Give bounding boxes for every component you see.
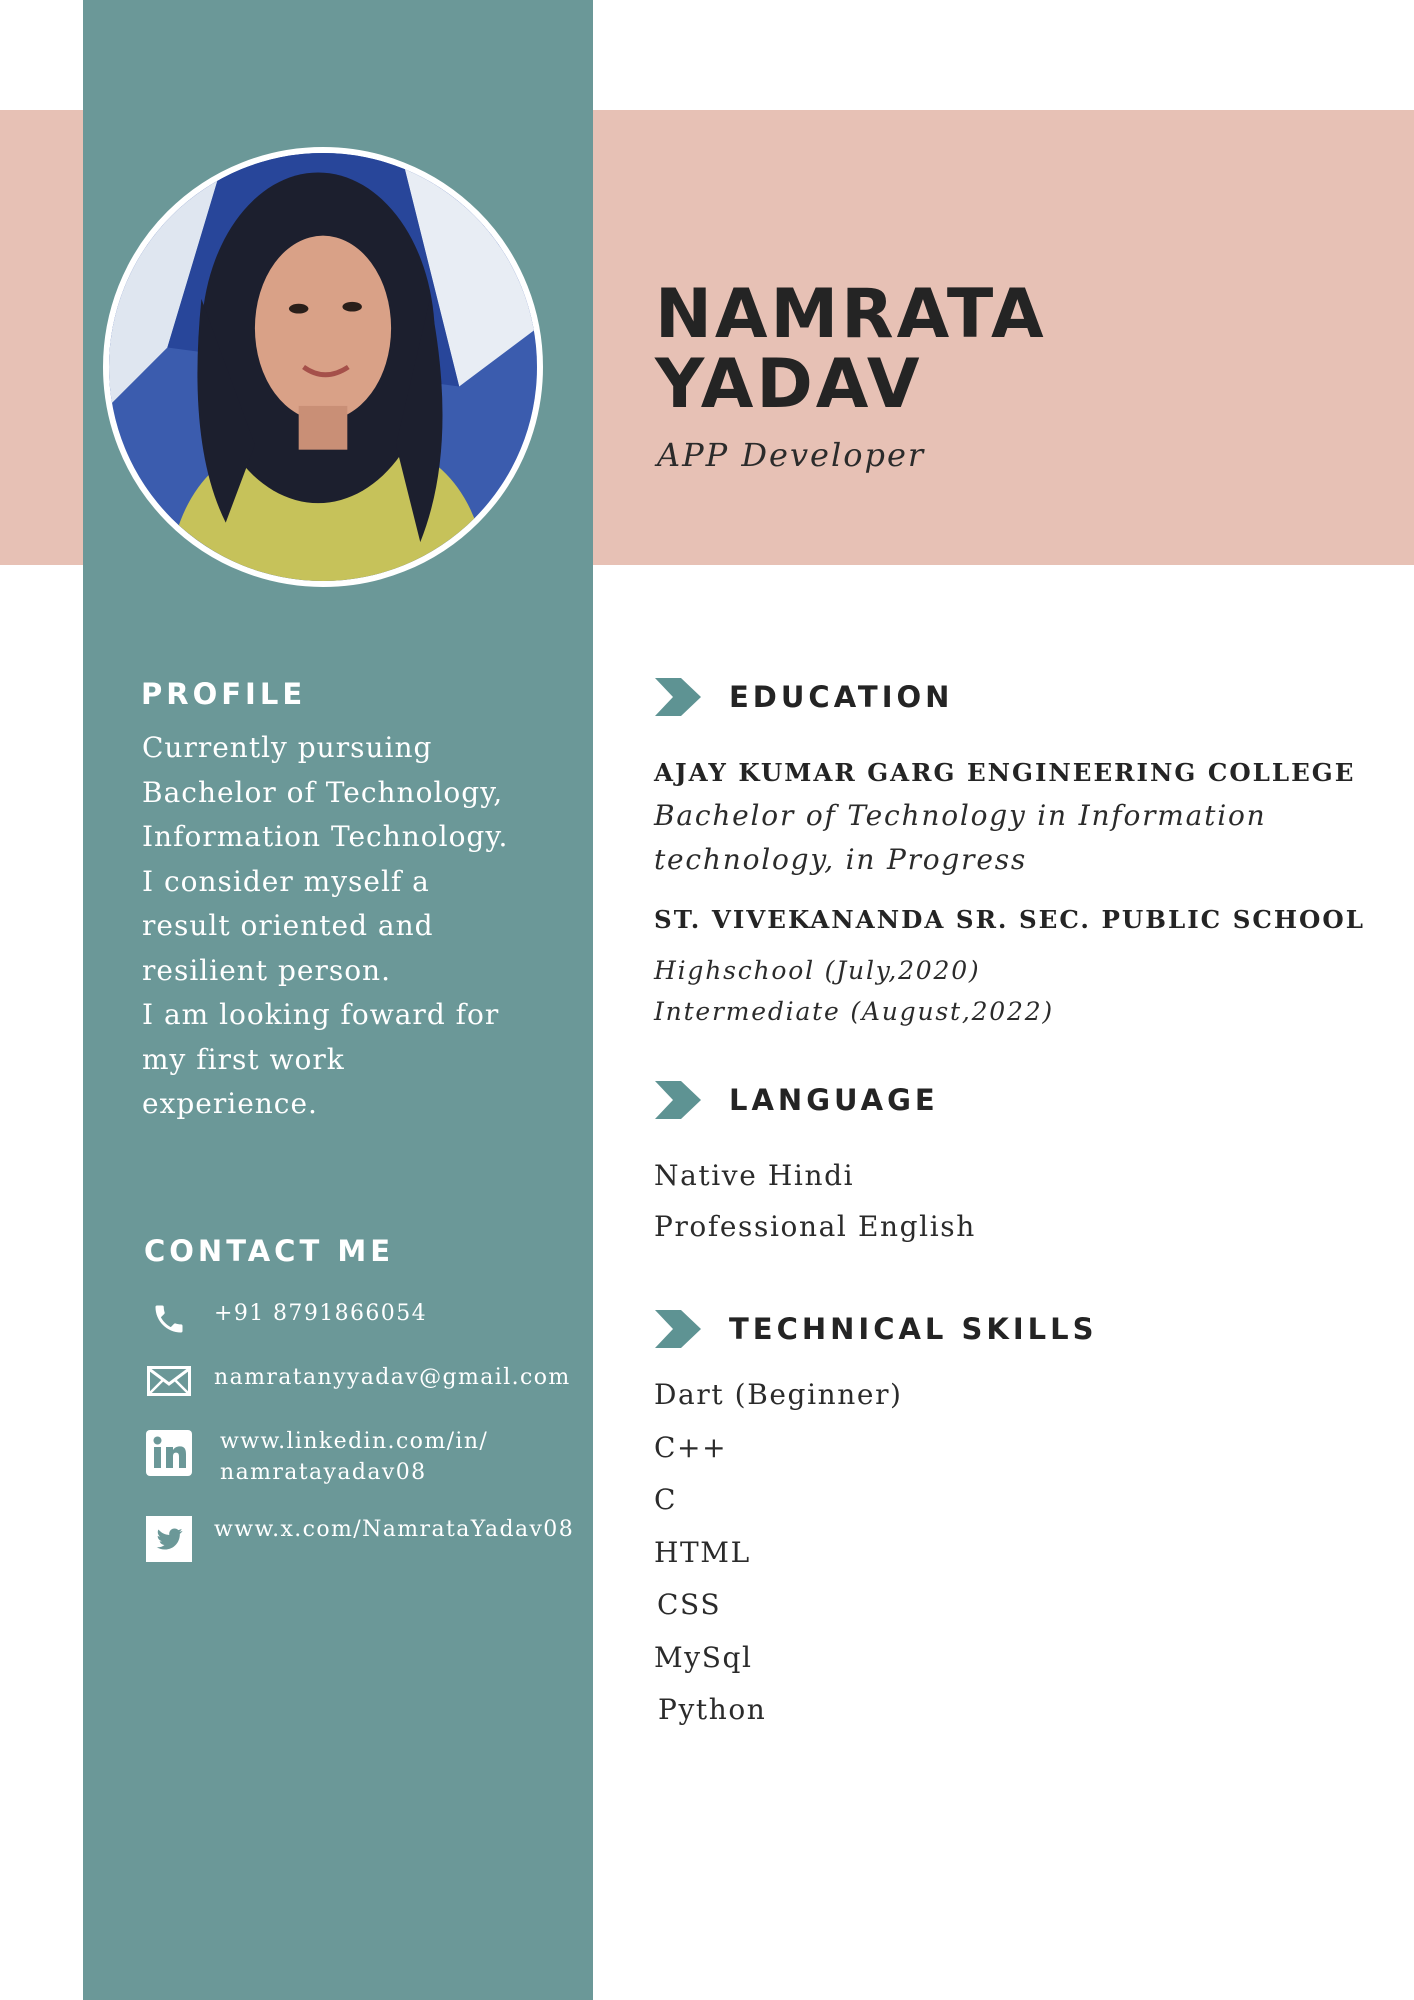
list-item: Native Hindi bbox=[654, 1159, 855, 1192]
contact-twitter-row[interactable]: www.x.com/NamrataYadav08 bbox=[146, 1514, 574, 1562]
contact-heading: CONTACT ME bbox=[144, 1234, 395, 1268]
language-heading: LANGUAGE bbox=[729, 1083, 939, 1117]
twitter-url: www.x.com/NamrataYadav08 bbox=[214, 1517, 575, 1542]
profile-line: my first work bbox=[142, 1042, 345, 1076]
contact-linkedin-row[interactable]: www.linkedin.com/in/ namratayadav08 bbox=[146, 1424, 488, 1488]
chevron-right-icon bbox=[655, 1081, 701, 1119]
list-item: CSS bbox=[657, 1588, 722, 1621]
profile-heading: PROFILE bbox=[141, 677, 307, 711]
list-item: Professional English bbox=[654, 1210, 976, 1243]
school-detail-line: Intermediate (August,2022) bbox=[654, 997, 1054, 1026]
school-detail-line: Bachelor of Technology in Information bbox=[654, 799, 1267, 832]
profile-line: I am looking foward for bbox=[142, 998, 500, 1031]
twitter-icon bbox=[146, 1516, 192, 1562]
job-title: APP Developer bbox=[657, 436, 926, 474]
linkedin-icon bbox=[146, 1430, 192, 1476]
profile-text: Currently pursuing Bachelor of Technolog… bbox=[142, 726, 572, 1127]
education-heading: EDUCATION bbox=[729, 680, 954, 714]
school-details: Highschool (July,2020) Intermediate (Aug… bbox=[654, 950, 1054, 1032]
school-detail-line: technology, in Progress bbox=[654, 843, 1028, 876]
contact-email-row[interactable]: namratanyyadav@gmail.com bbox=[146, 1358, 571, 1404]
list-item: MySql bbox=[654, 1640, 753, 1674]
list-item: Dart (Beginner) bbox=[654, 1378, 903, 1411]
profile-line: I consider myself a bbox=[142, 864, 430, 898]
profile-line: experience. bbox=[142, 1087, 318, 1120]
profile-line: result oriented and bbox=[142, 909, 434, 942]
name-line-2: YADAV bbox=[655, 345, 923, 424]
name-line-1: NAMRATA bbox=[655, 275, 1047, 354]
skills-section-header: TECHNICAL SKILLS bbox=[655, 1310, 1098, 1348]
list-item: HTML bbox=[654, 1535, 751, 1569]
profile-line: Currently pursuing bbox=[142, 731, 433, 764]
list-item: C bbox=[654, 1483, 678, 1516]
linkedin-url: www.linkedin.com/in/ namratayadav08 bbox=[220, 1424, 488, 1488]
profile-line: Bachelor of Technology, bbox=[142, 775, 504, 809]
mail-icon bbox=[146, 1358, 192, 1404]
profile-line: resilient person. bbox=[142, 953, 391, 987]
school-detail-line: Highschool (July,2020) bbox=[654, 956, 981, 985]
school-details: Bachelor of Technology in Information te… bbox=[654, 794, 1266, 882]
education-section-header: EDUCATION bbox=[655, 678, 953, 716]
person-name: NAMRATA YADAV bbox=[655, 280, 1047, 420]
linkedin-url-line-1: www.linkedin.com/in/ bbox=[220, 1429, 489, 1454]
contact-phone-row[interactable]: +91 8791866054 bbox=[146, 1296, 427, 1342]
phone-number: +91 8791866054 bbox=[214, 1301, 427, 1326]
email-address: namratanyyadav@gmail.com bbox=[214, 1365, 571, 1390]
school-name: AJAY KUMAR GARG ENGINEERING COLLEGE bbox=[654, 758, 1356, 787]
skills-list: Dart (Beginner) C++ C HTML CSS MySql Pyt… bbox=[654, 1369, 903, 1737]
list-item: Python bbox=[658, 1693, 767, 1726]
phone-icon bbox=[146, 1296, 192, 1342]
linkedin-url-line-2: namratayadav08 bbox=[220, 1460, 427, 1485]
language-list: Native Hindi Professional English bbox=[654, 1150, 976, 1252]
list-item: C++ bbox=[654, 1430, 728, 1464]
profile-photo bbox=[103, 147, 543, 587]
school-name: ST. VIVEKANANDA SR. SEC. PUBLIC SCHOOL bbox=[654, 905, 1365, 934]
profile-line: Information Technology. bbox=[142, 820, 509, 853]
language-section-header: LANGUAGE bbox=[655, 1081, 939, 1119]
chevron-right-icon bbox=[655, 1310, 701, 1348]
skills-heading: TECHNICAL SKILLS bbox=[729, 1312, 1098, 1346]
chevron-right-icon bbox=[655, 678, 701, 716]
